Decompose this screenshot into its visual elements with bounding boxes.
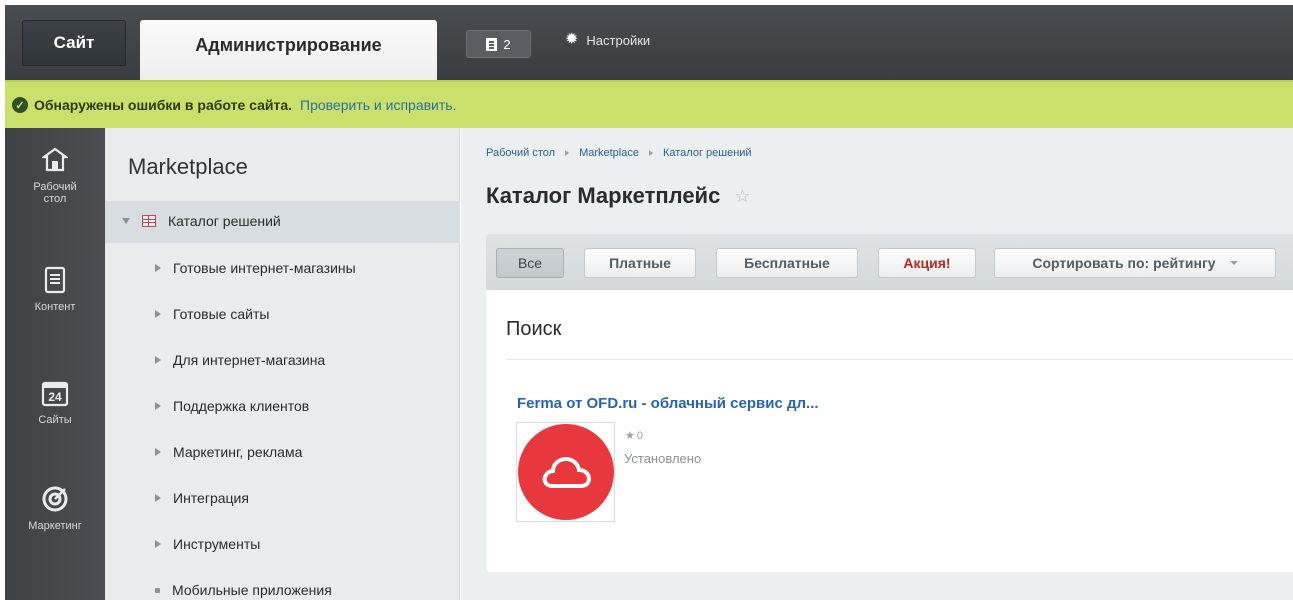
calendar-icon: 24 [40, 378, 70, 408]
left-navigation: Рабочий стол Контент 24 Сайты Маркетинг [5, 128, 105, 600]
divider [506, 359, 1293, 360]
nav-sites-label: Сайты [38, 414, 72, 426]
menu-item-label: Маркетинг, реклама [173, 444, 303, 460]
chevron-right-icon [155, 264, 161, 272]
filter-free-button[interactable]: Бесплатные [716, 248, 858, 278]
catalog-icon [142, 215, 156, 227]
nav-desktop-label-2: стол [43, 193, 67, 205]
tab-site[interactable]: Сайт [22, 20, 126, 66]
search-title: Поиск [506, 318, 562, 340]
target-icon [40, 484, 70, 514]
nav-marketing[interactable]: Маркетинг [5, 484, 105, 532]
menu-item-catalog-label[interactable]: Каталог решений [122, 213, 281, 229]
menu-item[interactable]: Интеграция [155, 490, 249, 506]
fix-errors-link[interactable]: Проверить и исправить. [300, 97, 456, 113]
breadcrumb-item[interactable]: Marketplace [579, 147, 639, 159]
nav-desktop[interactable]: Рабочий стол [5, 145, 105, 205]
filter-all-button[interactable]: Все [496, 248, 564, 278]
app-title-link[interactable]: Ferma от OFD.ru - облачный сервис дл... [517, 395, 819, 412]
filter-promo-button[interactable]: Акция! [878, 248, 976, 278]
menu-item[interactable]: Инструменты [155, 536, 260, 552]
menu-item[interactable]: Для интернет-магазина [155, 352, 325, 368]
notifications-button[interactable]: 2 [466, 30, 531, 58]
menu-item-label: Мобильные приложения [172, 582, 332, 598]
main-content: Рабочий стол Marketplace Каталог решений… [461, 128, 1293, 600]
chevron-down-icon [122, 218, 130, 224]
tab-administration[interactable]: Администрирование [140, 20, 437, 80]
app-image[interactable] [516, 422, 615, 522]
top-bar: Сайт Администрирование 2 ✹ Настройки [0, 0, 1293, 80]
menu-item-label: Готовые интернет-магазины [173, 260, 356, 276]
menu-item[interactable]: Мобильные приложения [155, 582, 332, 598]
menu-item[interactable]: Готовые сайты [155, 306, 269, 322]
chevron-right-icon [155, 448, 161, 456]
chevron-right-icon [155, 356, 161, 364]
notifications-count: 2 [503, 36, 511, 52]
search-results-panel: Поиск Ferma от OFD.ru - облачный сервис … [486, 290, 1293, 572]
breadcrumb-separator-icon [648, 150, 653, 156]
breadcrumb: Рабочий стол Marketplace Каталог решений [486, 147, 752, 159]
nav-marketing-label: Маркетинг [28, 520, 82, 532]
document-icon [40, 265, 70, 295]
menu-item-label: Инструменты [173, 536, 261, 552]
filter-paid-button[interactable]: Платные [584, 248, 696, 278]
app-status: Установлено [624, 451, 702, 466]
svg-text:24: 24 [48, 390, 62, 404]
gear-icon: ✹ [565, 31, 579, 48]
filter-bar: Все Платные Бесплатные Акция! Сортироват… [486, 234, 1293, 290]
menu-item-label: Готовые сайты [173, 306, 270, 322]
settings-label: Настройки [586, 32, 651, 48]
check-icon: ✓ [12, 97, 28, 113]
cloud-icon [542, 456, 591, 488]
page-title: Каталог Маркетплейс ☆ [486, 183, 750, 209]
menu-item[interactable]: Поддержка клиентов [155, 398, 309, 414]
nav-desktop-label-1: Рабочий [33, 181, 77, 193]
menu-item-label: Для интернет-магазина [173, 352, 326, 368]
menu-selected-label: Каталог решений [168, 213, 281, 229]
chevron-right-icon [155, 494, 161, 502]
chevron-right-icon [155, 402, 161, 410]
rating-value: 0 [636, 429, 643, 442]
menu-item-label: Интеграция [173, 490, 249, 506]
breadcrumb-item[interactable]: Каталог решений [663, 147, 752, 159]
bullet-icon [155, 587, 160, 593]
star-icon: ★ [625, 430, 635, 442]
sort-label: Сортировать по: рейтингу [1032, 255, 1216, 271]
breadcrumb-item[interactable]: Рабочий стол [486, 147, 555, 159]
chevron-right-icon [155, 540, 161, 548]
chevron-right-icon [155, 310, 161, 318]
site-errors-alert: ✓ Обнаружены ошибки в работе сайта. Пров… [5, 80, 1293, 128]
menu-title: Marketplace [128, 154, 248, 179]
nav-sites[interactable]: 24 Сайты [5, 378, 105, 426]
menu-item[interactable]: Маркетинг, реклама [155, 444, 302, 460]
settings-button[interactable]: ✹ Настройки [565, 32, 650, 48]
notification-icon [486, 37, 498, 51]
nav-content-label: Контент [34, 301, 76, 313]
nav-content[interactable]: Контент [5, 265, 105, 313]
section-menu: Marketplace Каталог решений Готовые инте… [105, 128, 460, 600]
alert-message: Обнаружены ошибки в работе сайта. [34, 97, 293, 113]
favorite-star-icon[interactable]: ☆ [734, 186, 750, 207]
menu-item-label: Поддержка клиентов [173, 398, 310, 414]
home-icon [40, 145, 70, 175]
menu-item[interactable]: Готовые интернет-магазины [155, 260, 356, 276]
page-title-text: Каталог Маркетплейс [486, 183, 721, 208]
sort-dropdown[interactable]: Сортировать по: рейтингу [994, 248, 1276, 278]
app-logo [517, 424, 614, 520]
app-rating: ★ 0 [625, 429, 643, 443]
breadcrumb-separator-icon [565, 150, 570, 156]
chevron-down-icon [1229, 261, 1238, 265]
